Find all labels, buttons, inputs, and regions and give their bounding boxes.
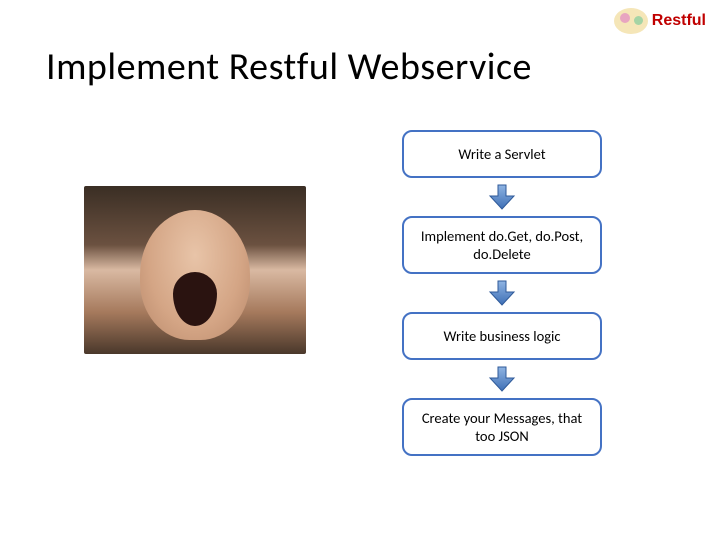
page-title: Implement Restful Webservice bbox=[46, 44, 532, 90]
flow-step-2-label: Implement do.Get, do.Post, do.Delete bbox=[418, 227, 586, 263]
brand-header: Restful bbox=[614, 8, 706, 34]
arrow-down-icon bbox=[488, 184, 516, 210]
flow-step-3: Write business logic bbox=[402, 312, 602, 360]
flow-step-1-label: Write a Servlet bbox=[458, 145, 545, 163]
flow-step-4: Create your Messages, that too JSON bbox=[402, 398, 602, 456]
brand-icon bbox=[614, 8, 648, 34]
flow-diagram: Write a Servlet Implement do.Get, do.Pos… bbox=[372, 130, 632, 456]
brand-label: Restful bbox=[652, 12, 706, 30]
flow-step-4-label: Create your Messages, that too JSON bbox=[418, 409, 586, 445]
flow-step-2: Implement do.Get, do.Post, do.Delete bbox=[402, 216, 602, 274]
yawning-baby-photo bbox=[84, 186, 306, 354]
arrow-down-icon bbox=[488, 280, 516, 306]
flow-step-3-label: Write business logic bbox=[444, 327, 561, 345]
flow-step-1: Write a Servlet bbox=[402, 130, 602, 178]
arrow-down-icon bbox=[488, 366, 516, 392]
